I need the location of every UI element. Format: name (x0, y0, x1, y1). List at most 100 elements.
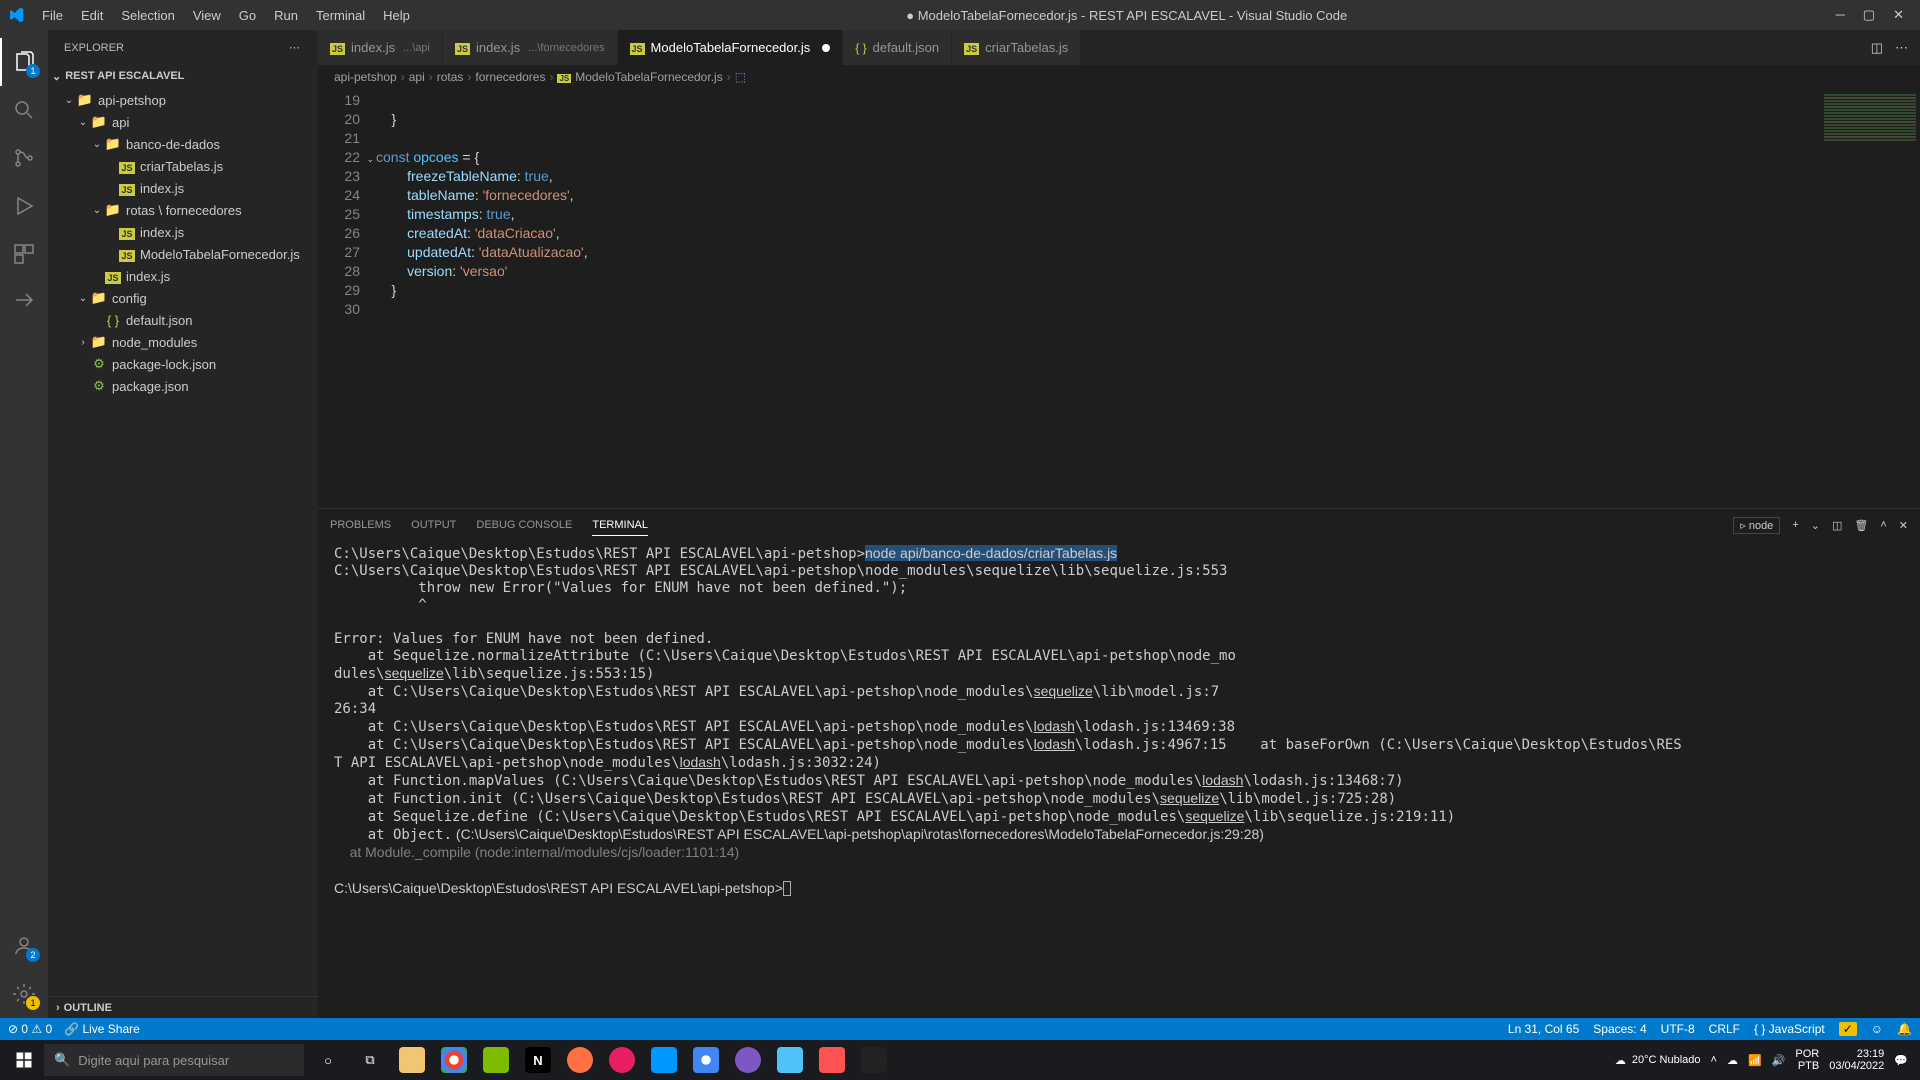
minimap[interactable] (1820, 89, 1920, 508)
tree-item[interactable]: { }default.json (48, 309, 318, 331)
editor-tab[interactable]: JSindex.js...\fornecedores (443, 30, 618, 65)
tree-item[interactable]: ⚙package.json (48, 375, 318, 397)
start-button[interactable] (4, 1040, 44, 1080)
terminal-shell-selector[interactable]: ▹ node (1733, 517, 1780, 534)
menu-file[interactable]: File (34, 4, 71, 27)
settings-badge: 1 (26, 996, 40, 1010)
taskbar-weather[interactable]: ☁ 20°C Nublado (1615, 1054, 1701, 1067)
status-liveshare[interactable]: 🔗 Live Share (64, 1022, 140, 1036)
sidebar-more-icon[interactable]: ⋯ (289, 41, 302, 54)
tree-item[interactable]: ⌄📁banco-de-dados (48, 133, 318, 155)
accounts-icon[interactable]: 2 (0, 922, 48, 970)
source-control-icon[interactable] (0, 134, 48, 182)
menu-go[interactable]: Go (231, 4, 264, 27)
tree-item[interactable]: ⚙package-lock.json (48, 353, 318, 375)
maximize-button[interactable]: ▢ (1863, 7, 1875, 23)
outline-section[interactable]: ›OUTLINE (48, 996, 318, 1018)
menu-run[interactable]: Run (266, 4, 306, 27)
status-encoding[interactable]: UTF-8 (1661, 1022, 1695, 1036)
tree-item[interactable]: JSindex.js (48, 265, 318, 287)
tree-item[interactable]: JScriarTabelas.js (48, 155, 318, 177)
menu-terminal[interactable]: Terminal (308, 4, 373, 27)
folder-root[interactable]: ⌄REST API ESCALAVEL (48, 65, 318, 87)
minimize-button[interactable]: ─ (1836, 7, 1845, 23)
more-icon[interactable]: ⋯ (1895, 40, 1908, 56)
settings-icon[interactable]: 1 (0, 970, 48, 1018)
window-controls: ─ ▢ ✕ (1836, 7, 1912, 23)
task-app5-icon[interactable] (770, 1040, 810, 1080)
task-chrome-icon[interactable] (434, 1040, 474, 1080)
task-chrome2-icon[interactable] (686, 1040, 726, 1080)
menu-edit[interactable]: Edit (73, 4, 111, 27)
kill-terminal-icon[interactable]: 🗑 (1854, 519, 1868, 532)
code-editor[interactable]: 19202122⌄2324252627282930 }const opcoes … (318, 89, 1920, 508)
tray-cloud-icon[interactable]: ☁ (1727, 1054, 1738, 1067)
terminal-dropdown-icon[interactable]: ⌄ (1811, 519, 1820, 532)
status-language[interactable]: { } JavaScript (1754, 1022, 1825, 1036)
editor-tab[interactable]: JScriarTabelas.js (952, 30, 1081, 65)
live-share-icon[interactable] (0, 278, 48, 326)
menu-help[interactable]: Help (375, 4, 418, 27)
task-terminal-icon[interactable] (854, 1040, 894, 1080)
maximize-panel-icon[interactable]: ˄ (1880, 519, 1886, 531)
tray-notifications-icon[interactable]: 💬 (1894, 1054, 1908, 1067)
editor-tab[interactable]: JSModeloTabelaFornecedor.js (618, 30, 844, 65)
status-prettier-icon[interactable]: ✓ (1839, 1022, 1857, 1036)
explorer-icon[interactable]: 1 (0, 38, 48, 86)
task-app4-icon[interactable] (728, 1040, 768, 1080)
task-cortana-icon[interactable]: ○ (308, 1040, 348, 1080)
status-feedback-icon[interactable]: ☺ (1871, 1022, 1883, 1036)
extensions-icon[interactable] (0, 230, 48, 278)
tree-item[interactable]: ⌄📁api-petshop (48, 89, 318, 111)
panel-tab-terminal[interactable]: TERMINAL (592, 515, 648, 536)
status-bell-icon[interactable]: 🔔 (1897, 1022, 1912, 1036)
panel-tab-output[interactable]: OUTPUT (411, 515, 456, 535)
task-vscode-icon[interactable] (644, 1040, 684, 1080)
taskbar-search[interactable]: 🔍 Digite aqui para pesquisar (44, 1044, 304, 1076)
status-problems[interactable]: ⊘ 0 ⚠ 0 (8, 1022, 52, 1036)
tray-volume-icon[interactable]: 🔊 (1772, 1054, 1786, 1067)
file-tree: ⌄📁api-petshop⌄📁api⌄📁banco-de-dadosJScria… (48, 87, 318, 996)
tree-item[interactable]: ⌄📁config (48, 287, 318, 309)
tray-wifi-icon[interactable]: 📶 (1748, 1054, 1762, 1067)
tray-chevron-icon[interactable]: ˄ (1711, 1054, 1717, 1066)
task-notion-icon[interactable]: N (518, 1040, 558, 1080)
split-terminal-icon[interactable]: ◫ (1832, 519, 1842, 532)
statusbar: ⊘ 0 ⚠ 0 🔗 Live Share Ln 31, Col 65 Space… (0, 1018, 1920, 1040)
status-cursor[interactable]: Ln 31, Col 65 (1508, 1022, 1579, 1036)
editor-tab[interactable]: { }default.json (843, 30, 952, 65)
close-panel-icon[interactable]: ✕ (1899, 519, 1908, 532)
close-button[interactable]: ✕ (1893, 7, 1904, 23)
editor-tab[interactable]: JSindex.js...\api (318, 30, 443, 65)
task-app1-icon[interactable] (476, 1040, 516, 1080)
explorer-badge: 1 (26, 64, 40, 78)
menu-selection[interactable]: Selection (113, 4, 182, 27)
breadcrumbs[interactable]: api-petshop›api›rotas›fornecedores›JSMod… (318, 65, 1920, 89)
terminal-output[interactable]: C:\Users\Caique\Desktop\Estudos\REST API… (318, 541, 1920, 1018)
task-explorer-icon[interactable] (392, 1040, 432, 1080)
task-app3-icon[interactable] (602, 1040, 642, 1080)
panel-tab-problems[interactable]: PROBLEMS (330, 515, 391, 535)
status-eol[interactable]: CRLF (1709, 1022, 1740, 1036)
task-app6-icon[interactable] (812, 1040, 852, 1080)
window-title: ● ModeloTabelaFornecedor.js - REST API E… (418, 8, 1836, 23)
menu-view[interactable]: View (185, 4, 229, 27)
status-spaces[interactable]: Spaces: 4 (1593, 1022, 1646, 1036)
tray-language[interactable]: PORPTB (1795, 1048, 1819, 1072)
windows-taskbar: 🔍 Digite aqui para pesquisar ○ ⧉ N ☁ 20°… (0, 1040, 1920, 1080)
split-editor-icon[interactable]: ◫ (1871, 40, 1883, 56)
tree-item[interactable]: ⌄📁api (48, 111, 318, 133)
tree-item[interactable]: JSindex.js (48, 177, 318, 199)
search-icon[interactable] (0, 86, 48, 134)
new-terminal-icon[interactable]: + (1792, 519, 1798, 531)
task-app2-icon[interactable] (560, 1040, 600, 1080)
activity-bar: 1 2 1 (0, 30, 48, 1018)
tree-item[interactable]: JSModeloTabelaFornecedor.js (48, 243, 318, 265)
run-debug-icon[interactable] (0, 182, 48, 230)
tree-item[interactable]: ›📁node_modules (48, 331, 318, 353)
tree-item[interactable]: JSindex.js (48, 221, 318, 243)
tray-clock[interactable]: 23:1903/04/2022 (1829, 1048, 1884, 1072)
tree-item[interactable]: ⌄📁rotas \ fornecedores (48, 199, 318, 221)
panel-tab-debug-console[interactable]: DEBUG CONSOLE (476, 515, 572, 535)
task-view-icon[interactable]: ⧉ (350, 1040, 390, 1080)
